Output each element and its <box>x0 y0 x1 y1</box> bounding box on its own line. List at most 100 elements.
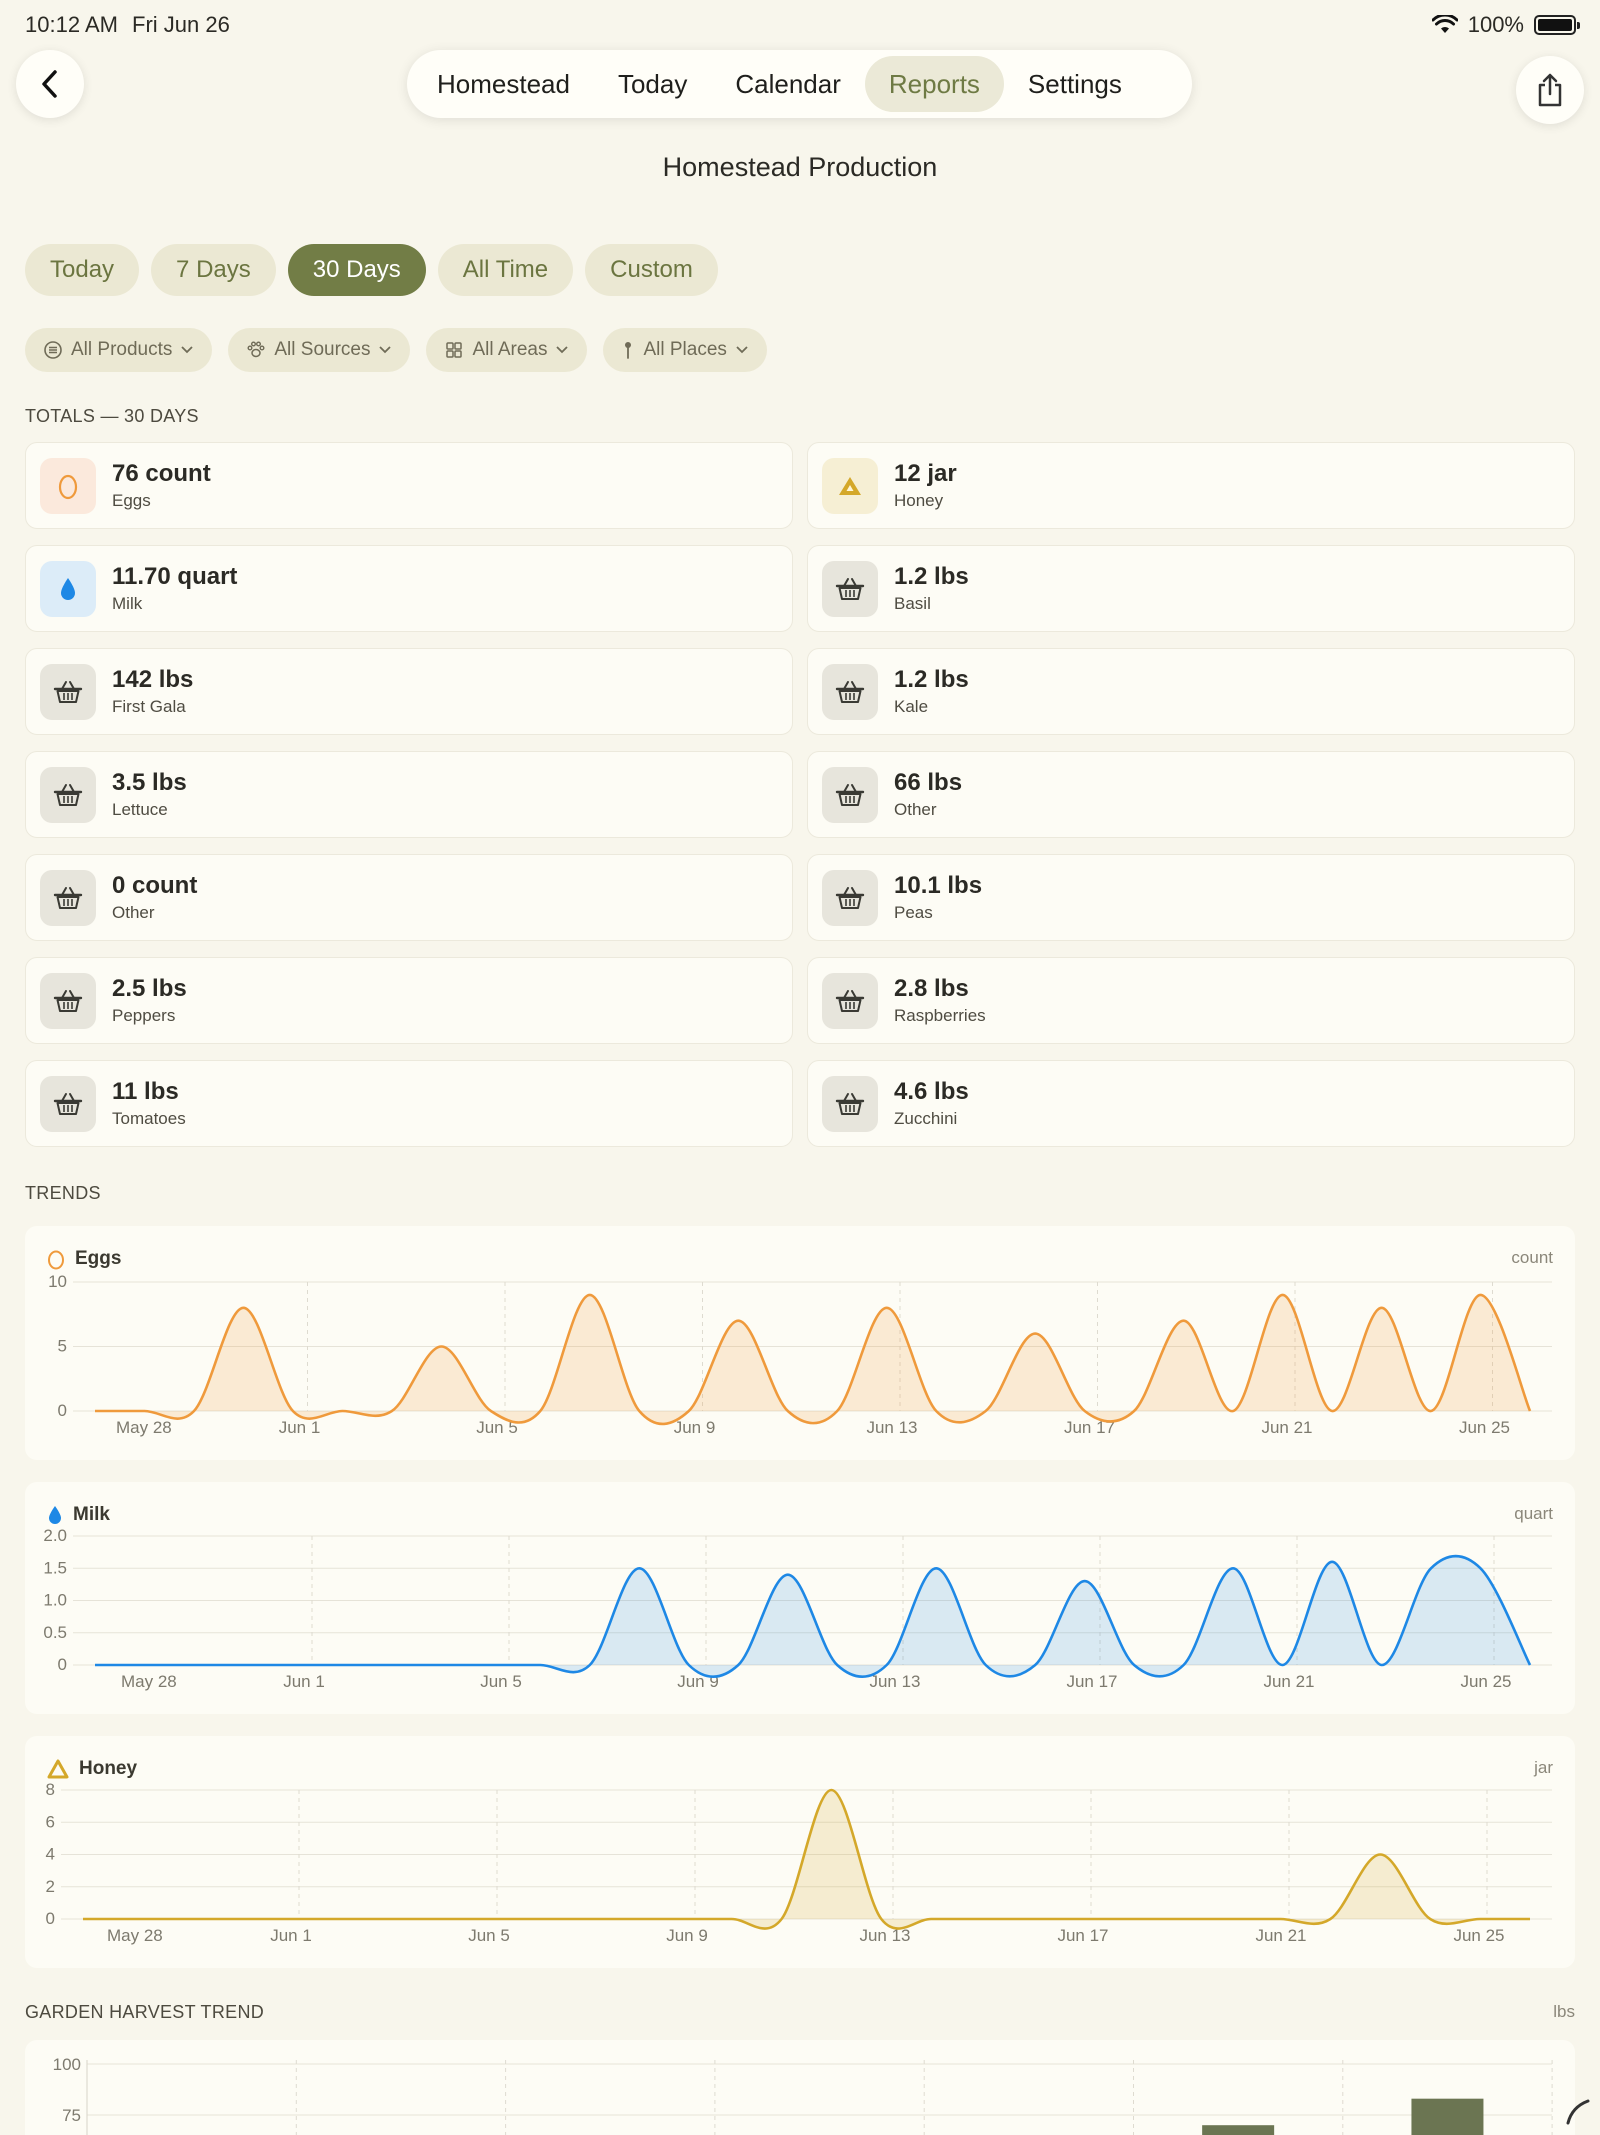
total-label: Lettuce <box>112 800 168 819</box>
total-label: Kale <box>894 697 929 716</box>
status-bar: 10:12 AM Fri Jun 26 100% <box>0 0 1600 50</box>
range-30-days[interactable]: 30 Days <box>287 244 426 296</box>
total-label: Peas <box>894 903 933 922</box>
range-today[interactable]: Today <box>25 244 140 296</box>
total-value: 4.6 lbs <box>894 1078 969 1105</box>
basket-icon <box>40 972 96 1029</box>
basket-icon <box>822 663 878 720</box>
range-all-time[interactable]: All Time <box>437 244 574 296</box>
total-card[interactable]: 66 lbs Other <box>807 751 1575 838</box>
x-tick-label: Jun 25 <box>1460 1672 1511 1691</box>
status-time: 10:12 AM <box>25 12 118 37</box>
y-tick-label: 2 <box>46 1877 55 1896</box>
tab-settings[interactable]: Settings <box>1004 56 1146 112</box>
total-card[interactable]: 4.6 lbs Zucchini <box>807 1060 1575 1147</box>
basket-icon <box>822 766 878 823</box>
total-card[interactable]: 1.2 lbs Basil <box>807 545 1575 632</box>
total-card[interactable]: 11.70 quart Milk <box>25 545 793 632</box>
total-label: Basil <box>894 594 931 613</box>
harvest-bar <box>1411 2098 1484 2135</box>
status-date: Fri Jun 26 <box>132 12 230 37</box>
x-tick-label: May 28 <box>121 1672 177 1691</box>
wifi-icon <box>1431 15 1458 33</box>
x-tick-label: Jun 5 <box>480 1672 522 1691</box>
x-tick-label: Jun 25 <box>1453 1926 1504 1945</box>
y-tick-label: 5 <box>58 1337 67 1356</box>
garden-harvest-chart: 75 100 <box>53 2055 1553 2135</box>
y-tick-label: 1.0 <box>43 1591 67 1610</box>
totals-section-label: TOTALS — 30 DAYS <box>25 406 199 426</box>
filter-products-label: All Products <box>71 339 173 360</box>
total-label: Milk <box>112 594 143 613</box>
x-tick-label: Jun 17 <box>1066 1672 1117 1691</box>
tab-today[interactable]: Today <box>594 56 711 112</box>
garden-section-label: GARDEN HARVEST TREND <box>25 2002 265 2022</box>
milk-chart: 00.51.01.52.0May 28 Jun 1 Jun 5 Jun 9 Jun 13… <box>43 1526 1552 1691</box>
total-value: 2.8 lbs <box>894 975 969 1002</box>
page-title: Homestead Production <box>662 152 938 182</box>
filter-products[interactable]: All Products <box>25 328 213 372</box>
y-tick-label: 100 <box>53 2055 81 2074</box>
total-label: Other <box>112 903 155 922</box>
chevron-down-icon <box>736 346 748 354</box>
trends-section-label: TRENDS <box>25 1183 101 1203</box>
total-card[interactable]: 3.5 lbs Lettuce <box>25 751 793 838</box>
x-tick-label: Jun 21 <box>1255 1926 1306 1945</box>
main-nav: Homestead Today Calendar Reports Setting… <box>407 50 1192 118</box>
battery-percent: 100% <box>1467 12 1524 37</box>
chevron-down-icon <box>181 346 194 354</box>
status-indicators: 100% <box>1431 12 1580 38</box>
range-7-days[interactable]: 7 Days <box>151 244 276 296</box>
filter-places[interactable]: All Places <box>603 328 767 372</box>
total-card[interactable]: 2.8 lbs Raspberries <box>807 957 1575 1044</box>
x-tick-label: Jun 25 <box>1459 1418 1510 1437</box>
filter-sources[interactable]: All Sources <box>228 328 411 372</box>
pin-icon <box>625 342 632 359</box>
basket-icon <box>822 869 878 926</box>
y-tick-label: 0 <box>46 1909 55 1928</box>
honey-chart: 02468May 28 Jun 1 Jun 5 Jun 9 Jun 13 Jun 17 Ju… <box>46 1780 1552 1945</box>
total-card[interactable]: 76 count Eggs <box>25 442 793 529</box>
y-tick-label: 2.0 <box>43 1526 67 1545</box>
x-tick-label: Jun 17 <box>1057 1926 1108 1945</box>
y-tick-label: 0.5 <box>43 1623 67 1642</box>
back-button[interactable] <box>16 50 84 118</box>
total-value: 1.2 lbs <box>894 563 969 590</box>
chevron-down-icon <box>556 346 569 354</box>
range-custom[interactable]: Custom <box>585 244 718 296</box>
eggs-trend-card: Eggs count 0 5 10 May 28 Jun 1 Jun 5 Jun 9 Jun … <box>25 1226 1575 1460</box>
total-card[interactable]: 10.1 lbs Peas <box>807 854 1575 941</box>
totals-grid: 76 count Eggs 12 jar Honey 11.70 quart Milk 1.… <box>25 442 1575 1147</box>
total-value: 3.5 lbs <box>112 769 187 796</box>
milk-drop-icon <box>40 560 96 617</box>
filter-bar: All Products All Sources All Areas All P… <box>25 328 767 372</box>
total-card[interactable]: 1.2 lbs Kale <box>807 648 1575 735</box>
total-label: Eggs <box>112 491 151 510</box>
paw-icon <box>247 341 265 358</box>
y-tick-label: 0 <box>58 1655 67 1674</box>
x-tick-label: Jun 21 <box>1261 1418 1312 1437</box>
tab-homestead[interactable]: Homestead <box>413 56 594 112</box>
garden-unit-label: lbs <box>1553 2002 1575 2021</box>
filter-places-label: All Places <box>643 339 727 360</box>
total-card[interactable]: 142 lbs First Gala <box>25 648 793 735</box>
tab-reports[interactable]: Reports <box>864 56 1004 112</box>
total-card[interactable]: 0 count Other <box>25 854 793 941</box>
milk-trend-card: Milk quart 0 0.5 1.0 1.5 2.0 May 28 Jun 1 Jun 5… <box>25 1482 1575 1714</box>
share-button[interactable] <box>1516 56 1584 124</box>
total-card[interactable]: 11 lbs Tomatoes <box>25 1060 793 1147</box>
x-tick-label: Jun 1 <box>283 1672 325 1691</box>
basket-icon <box>40 766 96 823</box>
basket-icon <box>822 1075 878 1132</box>
total-label: Other <box>894 800 937 819</box>
total-value: 10.1 lbs <box>894 872 983 899</box>
basket-icon <box>40 1075 96 1132</box>
total-card[interactable]: 2.5 lbs Peppers <box>25 957 793 1044</box>
x-tick-label: Jun 5 <box>468 1926 510 1945</box>
y-tick-label: 0 <box>58 1401 67 1420</box>
tab-calendar[interactable]: Calendar <box>711 56 865 112</box>
filter-areas[interactable]: All Areas <box>426 328 588 372</box>
total-card[interactable]: 12 jar Honey <box>807 442 1575 529</box>
x-tick-label: Jun 21 <box>1263 1672 1314 1691</box>
date-range-selector: Today 7 Days 30 Days All Time Custom <box>25 244 718 296</box>
